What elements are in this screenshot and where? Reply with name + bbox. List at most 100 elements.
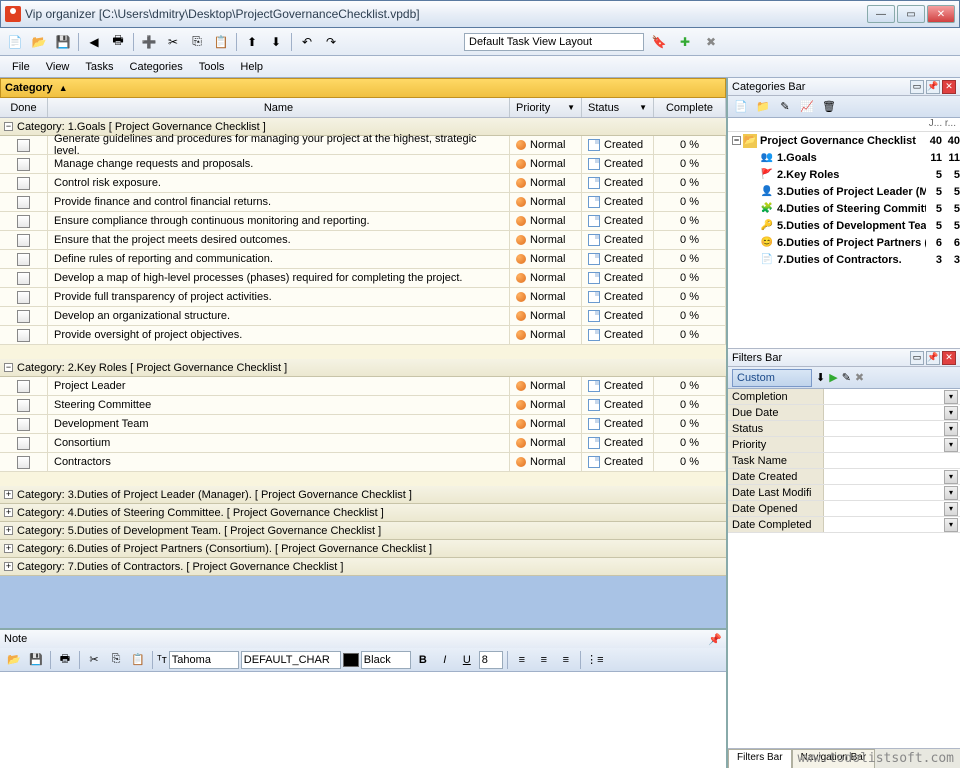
menu-tasks[interactable]: Tasks xyxy=(79,59,119,75)
menu-file[interactable]: File xyxy=(6,59,36,75)
expand-icon[interactable]: + xyxy=(4,562,13,571)
task-row[interactable]: Project LeaderNormalCreated0 % xyxy=(0,377,726,396)
bullets-icon[interactable]: ⋮≡ xyxy=(585,650,605,670)
filter-clear-icon[interactable]: ✎ xyxy=(842,371,851,384)
print-button[interactable]: 🖶 xyxy=(107,31,129,53)
done-checkbox[interactable] xyxy=(17,139,30,152)
maximize-button[interactable]: ▭ xyxy=(897,5,925,23)
menu-tools[interactable]: Tools xyxy=(193,59,231,75)
align-center-icon[interactable]: ≡ xyxy=(534,650,554,670)
panel-close-icon[interactable]: ✕ xyxy=(942,80,956,94)
filter-value[interactable]: ▾ xyxy=(824,421,960,436)
task-row[interactable]: Provide oversight of project objectives.… xyxy=(0,326,726,345)
dropdown-icon[interactable]: ▾ xyxy=(944,470,958,484)
category-group-bar[interactable]: Category ▲ xyxy=(0,78,726,98)
copy-button[interactable]: ⎘ xyxy=(186,31,208,53)
filter-value[interactable] xyxy=(824,453,960,468)
redo-button[interactable]: ↷ xyxy=(320,31,342,53)
menu-view[interactable]: View xyxy=(40,59,76,75)
align-left-icon[interactable]: ≡ xyxy=(512,650,532,670)
group-row[interactable]: −Category: 2.Key Roles [ Project Governa… xyxy=(0,359,726,377)
task-row[interactable]: Ensure compliance through continuous mon… xyxy=(0,212,726,231)
note-save-icon[interactable]: 💾 xyxy=(26,650,46,670)
col-status[interactable]: Status▼ xyxy=(582,98,654,117)
note-print-icon[interactable]: 🖶 xyxy=(55,650,75,670)
cat-delete-icon[interactable]: 🗑 xyxy=(820,98,838,116)
save-button[interactable]: 💾 xyxy=(52,31,74,53)
task-row[interactable]: Provide finance and control financial re… xyxy=(0,193,726,212)
done-checkbox[interactable] xyxy=(17,418,30,431)
dropdown-icon[interactable]: ▾ xyxy=(944,406,958,420)
tree-item[interactable]: 🔑5.Duties of Development Team.55 xyxy=(728,217,960,234)
dropdown-icon[interactable]: ▾ xyxy=(944,422,958,436)
font-color-name[interactable] xyxy=(361,651,411,669)
open-button[interactable]: 📂 xyxy=(28,31,50,53)
col-name[interactable]: Name xyxy=(48,98,510,117)
filter-value[interactable]: ▾ xyxy=(824,501,960,516)
filter-value[interactable]: ▾ xyxy=(824,437,960,452)
filter-preset-combo[interactable]: Custom xyxy=(732,369,812,387)
task-row[interactable]: Generate guidelines and procedures for m… xyxy=(0,136,726,155)
menu-categories[interactable]: Categories xyxy=(124,59,189,75)
filter-row[interactable]: Status▾ xyxy=(728,421,960,437)
panel-restore-icon[interactable]: ▭ xyxy=(910,80,924,94)
cat-edit-icon[interactable]: ✎ xyxy=(776,98,794,116)
undo-button[interactable]: ↶ xyxy=(296,31,318,53)
pin-icon[interactable]: 📌 xyxy=(708,633,722,646)
done-checkbox[interactable] xyxy=(17,380,30,393)
italic-icon[interactable]: I xyxy=(435,650,455,670)
filter-value[interactable]: ▾ xyxy=(824,517,960,532)
note-copy-icon[interactable]: ⎘ xyxy=(106,650,126,670)
filter-value[interactable]: ▾ xyxy=(824,469,960,484)
done-checkbox[interactable] xyxy=(17,253,30,266)
add-task-button[interactable]: ➕ xyxy=(138,31,160,53)
tree-item[interactable]: −📂Project Governance Checklist4040 xyxy=(728,132,960,149)
align-right-icon[interactable]: ≡ xyxy=(556,650,576,670)
done-checkbox[interactable] xyxy=(17,215,30,228)
tree-item[interactable]: 🚩2.Key Roles55 xyxy=(728,166,960,183)
task-row[interactable]: ContractorsNormalCreated0 % xyxy=(0,453,726,472)
minimize-button[interactable]: — xyxy=(867,5,895,23)
filters-close-icon[interactable]: ✕ xyxy=(942,351,956,365)
close-button[interactable]: ✕ xyxy=(927,5,955,23)
tree-item[interactable]: 😊6.Duties of Project Partners (Consorti6… xyxy=(728,234,960,251)
cut-button[interactable]: ✂ xyxy=(162,31,184,53)
new-button[interactable]: 📄 xyxy=(4,31,26,53)
done-checkbox[interactable] xyxy=(17,196,30,209)
dropdown-icon[interactable]: ▾ xyxy=(944,486,958,500)
font-size[interactable] xyxy=(479,651,503,669)
note-cut-icon[interactable]: ✂ xyxy=(84,650,104,670)
task-row[interactable]: Define rules of reporting and communicat… xyxy=(0,250,726,269)
task-row[interactable]: Provide full transparency of project act… xyxy=(0,288,726,307)
group-row[interactable]: +Category: 3.Duties of Project Leader (M… xyxy=(0,486,726,504)
filter-delete-icon[interactable]: ✖ xyxy=(855,371,864,384)
cat-new-icon[interactable]: 📄 xyxy=(732,98,750,116)
done-checkbox[interactable] xyxy=(17,437,30,450)
cat-folder-icon[interactable]: 📁 xyxy=(754,98,772,116)
filter-row[interactable]: Task Name xyxy=(728,453,960,469)
paste-button[interactable]: 📋 xyxy=(210,31,232,53)
task-row[interactable]: Development TeamNormalCreated0 % xyxy=(0,415,726,434)
note-open-icon[interactable]: 📂 xyxy=(4,650,24,670)
tab-filters-bar[interactable]: Filters Bar xyxy=(728,749,792,768)
group-row[interactable]: +Category: 7.Duties of Contractors. [ Pr… xyxy=(0,558,726,576)
task-row[interactable]: Steering CommitteeNormalCreated0 % xyxy=(0,396,726,415)
tree-item[interactable]: 👤3.Duties of Project Leader (Manager)55 xyxy=(728,183,960,200)
layout-combo[interactable] xyxy=(464,33,644,51)
dropdown-icon[interactable]: ▾ xyxy=(944,518,958,532)
group-row[interactable]: +Category: 6.Duties of Project Partners … xyxy=(0,540,726,558)
task-row[interactable]: Develop a map of high-level processes (p… xyxy=(0,269,726,288)
done-checkbox[interactable] xyxy=(17,291,30,304)
expand-icon[interactable]: − xyxy=(4,363,13,372)
filter-row[interactable]: Due Date▾ xyxy=(728,405,960,421)
layout-add-button[interactable]: ✚ xyxy=(674,31,696,53)
decrease-button[interactable]: ⬇ xyxy=(265,31,287,53)
note-paste-icon[interactable]: 📋 xyxy=(128,650,148,670)
done-checkbox[interactable] xyxy=(17,158,30,171)
tree-item[interactable]: 🧩4.Duties of Steering Committee.55 xyxy=(728,200,960,217)
filter-run-icon[interactable]: ▶ xyxy=(829,371,837,384)
filter-row[interactable]: Date Opened▾ xyxy=(728,501,960,517)
task-row[interactable]: Manage change requests and proposals.Nor… xyxy=(0,155,726,174)
expand-icon[interactable]: + xyxy=(4,508,13,517)
font-color-swatch[interactable] xyxy=(343,653,359,667)
